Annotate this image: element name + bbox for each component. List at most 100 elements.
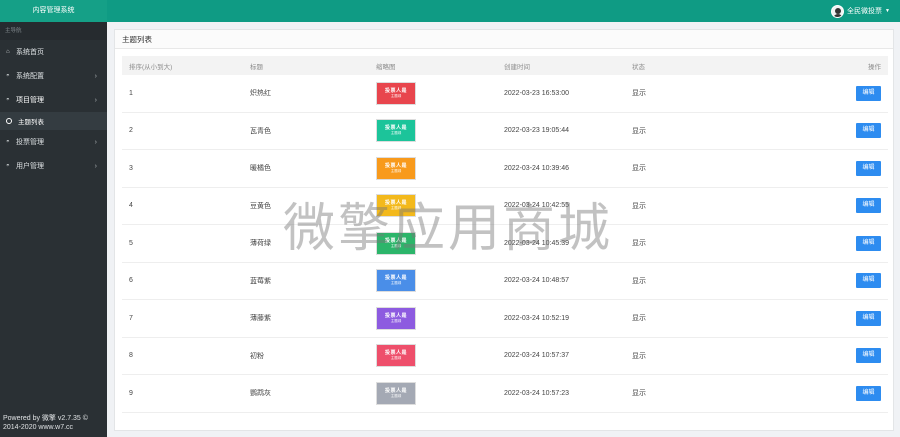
sidebar-item-projects[interactable]: ◓ 项目管理 › [0, 88, 107, 112]
sidebar-item-home[interactable]: ⌂ 系统首页 [0, 40, 107, 64]
table-row: 6 蓝莓紫 投票人是 主题绿 2022-03-24 10:48:57 显示 编辑 [122, 263, 888, 300]
cell-title: 暖橘色 [250, 165, 271, 173]
column-header-thumbnail: 缩略图 [376, 63, 396, 71]
gauge-icon: ◓ [6, 97, 10, 103]
user-name[interactable]: 全民微投票 [847, 6, 882, 16]
thumbnail-image: 投票人是 主题绿 [376, 194, 416, 218]
app-title: 内容管理系统 [0, 0, 107, 22]
cell-thumbnail: 投票人是 主题绿 [376, 194, 504, 218]
caret-down-icon[interactable]: ▼ [885, 8, 890, 14]
cell-actions: 编辑 [782, 348, 888, 364]
table-body: 1 炽热红 投票人是 主题绿 2022-03-23 16:53:00 显示 编辑 2 瓦青色 投票… [122, 75, 888, 413]
sidebar-item-config[interactable]: ◓ 系统配置 › [0, 64, 107, 88]
thumbnail-subtext: 主题绿 [390, 131, 402, 136]
edit-button[interactable]: 编辑 [856, 273, 881, 289]
edit-button[interactable]: 编辑 [856, 235, 881, 251]
cell-created: 2022-03-23 16:53:00 [504, 89, 569, 97]
topic-table: 排序(从小到大) 标题 缩略图 创建时间 状态 操作 1 炽热红 投票人是 主题绿 20… [122, 56, 888, 413]
cell-thumbnail: 投票人是 主题绿 [376, 344, 504, 368]
cell-created: 2022-03-24 10:39:46 [504, 164, 569, 172]
sidebar-item-votes[interactable]: ◓ 投票管理 › [0, 130, 107, 154]
cell-title: 薄藤紫 [250, 315, 271, 323]
cell-order: 9 [129, 389, 133, 397]
thumbnail-image: 投票人是 主题绿 [376, 344, 416, 368]
cell-actions: 编辑 [782, 198, 888, 214]
thumbnail-subtext: 主题绿 [390, 168, 402, 173]
cell-order: 1 [129, 89, 133, 97]
thumbnail-image: 投票人是 主题绿 [376, 119, 416, 143]
cell-title: 蓝莓紫 [250, 277, 271, 285]
cell-thumbnail: 投票人是 主题绿 [376, 156, 504, 180]
edit-button[interactable]: 编辑 [856, 385, 881, 401]
home-icon: ⌂ [6, 49, 10, 55]
cell-status: 显示 [632, 202, 646, 210]
cell-created: 2022-03-24 10:57:37 [504, 352, 569, 360]
edit-button[interactable]: 编辑 [856, 160, 881, 176]
topic-list-panel: 主题列表 排序(从小到大) 标题 缩略图 创建时间 状态 操作 1 炽热红 投票人是… [114, 29, 894, 431]
sidebar-item-label: 系统首页 [16, 49, 44, 56]
thumbnail-subtext: 主题绿 [390, 93, 402, 98]
cell-title: 鹦鹉灰 [250, 390, 271, 398]
thumbnail-subtext: 主题绿 [390, 281, 402, 286]
cell-actions: 编辑 [782, 310, 888, 326]
column-header-actions: 操作 [868, 63, 881, 71]
chevron-right-icon: › [94, 138, 97, 146]
thumbnail-image: 投票人是 主题绿 [376, 231, 416, 255]
cell-created: 2022-03-23 19:05:44 [504, 127, 569, 135]
chevron-right-icon: › [94, 72, 97, 80]
cell-created: 2022-03-24 10:52:19 [504, 314, 569, 322]
cell-created: 2022-03-24 10:42:55 [504, 202, 569, 210]
cell-title: 瓦青色 [250, 127, 271, 135]
cell-status: 显示 [632, 352, 646, 360]
edit-button[interactable]: 编辑 [856, 85, 881, 101]
table-row: 1 炽热红 投票人是 主题绿 2022-03-23 16:53:00 显示 编辑 [122, 75, 888, 113]
cell-actions: 编辑 [782, 273, 888, 289]
thumbnail-image: 投票人是 主题绿 [376, 306, 416, 330]
sidebar-item-users[interactable]: ◓ 用户管理 › [0, 154, 107, 178]
cell-order: 3 [129, 164, 133, 172]
cell-actions: 编辑 [782, 160, 888, 176]
thumbnail-subtext: 主题绿 [390, 243, 402, 248]
footer-line: Powered by 微擎 v2.7.35 © [3, 415, 88, 422]
edit-button[interactable]: 编辑 [856, 348, 881, 364]
thumbnail-subtext: 主题绿 [390, 356, 402, 361]
cell-title: 薄荷绿 [250, 240, 271, 248]
cell-thumbnail: 投票人是 主题绿 [376, 231, 504, 255]
cell-actions: 编辑 [782, 85, 888, 101]
top-bar: 内容管理系统 全民微投票 ▼ [0, 0, 900, 22]
edit-button[interactable]: 编辑 [856, 310, 881, 326]
cell-status: 显示 [632, 127, 646, 135]
cell-title: 初粉 [250, 352, 264, 360]
panel-title: 主题列表 [115, 30, 893, 49]
cell-status: 显示 [632, 277, 646, 285]
cell-order: 2 [129, 127, 133, 135]
thumbnail-subtext: 主题绿 [390, 393, 402, 398]
table-row: 3 暖橘色 投票人是 主题绿 2022-03-24 10:39:46 显示 编辑 [122, 150, 888, 188]
cell-order: 6 [129, 277, 133, 285]
sidebar-heading: 主导航 [0, 22, 107, 40]
edit-button[interactable]: 编辑 [856, 123, 881, 139]
gauge-icon: ◓ [6, 139, 10, 145]
sidebar: 主导航 ⌂ 系统首页 ◓ 系统配置 › ◓ 项目管理 › 主题列表 ◓ 投票管理… [0, 22, 107, 437]
avatar[interactable] [831, 4, 845, 18]
table-row: 5 薄荷绿 投票人是 主题绿 2022-03-24 10:45:39 显示 编辑 [122, 225, 888, 263]
user-menu[interactable]: 全民微投票 ▼ [831, 3, 890, 19]
table-row: 9 鹦鹉灰 投票人是 主题绿 2022-03-24 10:57:23 显示 编辑 [122, 375, 888, 413]
edit-button[interactable]: 编辑 [856, 198, 881, 214]
thumbnail-image: 投票人是 主题绿 [376, 381, 416, 405]
cell-order: 8 [129, 352, 133, 360]
cell-title: 炽热红 [250, 90, 271, 98]
cell-created: 2022-03-24 10:57:23 [504, 389, 569, 397]
cell-actions: 编辑 [782, 385, 888, 401]
thumbnail-subtext: 主题绿 [390, 206, 402, 211]
sidebar-subitem-label: 主题列表 [18, 119, 44, 126]
cell-thumbnail: 投票人是 主题绿 [376, 119, 504, 143]
cell-thumbnail: 投票人是 主题绿 [376, 381, 504, 405]
sidebar-subitem-topic-list[interactable]: 主题列表 [0, 112, 107, 130]
cell-thumbnail: 投票人是 主题绿 [376, 269, 504, 293]
sidebar-item-label: 系统配置 [16, 73, 44, 80]
footer-line: 2014-2020 www.w7.cc [3, 424, 74, 431]
gauge-icon: ◓ [6, 73, 10, 79]
table-row: 7 薄藤紫 投票人是 主题绿 2022-03-24 10:52:19 显示 编辑 [122, 300, 888, 338]
table-row: 2 瓦青色 投票人是 主题绿 2022-03-23 19:05:44 显示 编辑 [122, 113, 888, 150]
